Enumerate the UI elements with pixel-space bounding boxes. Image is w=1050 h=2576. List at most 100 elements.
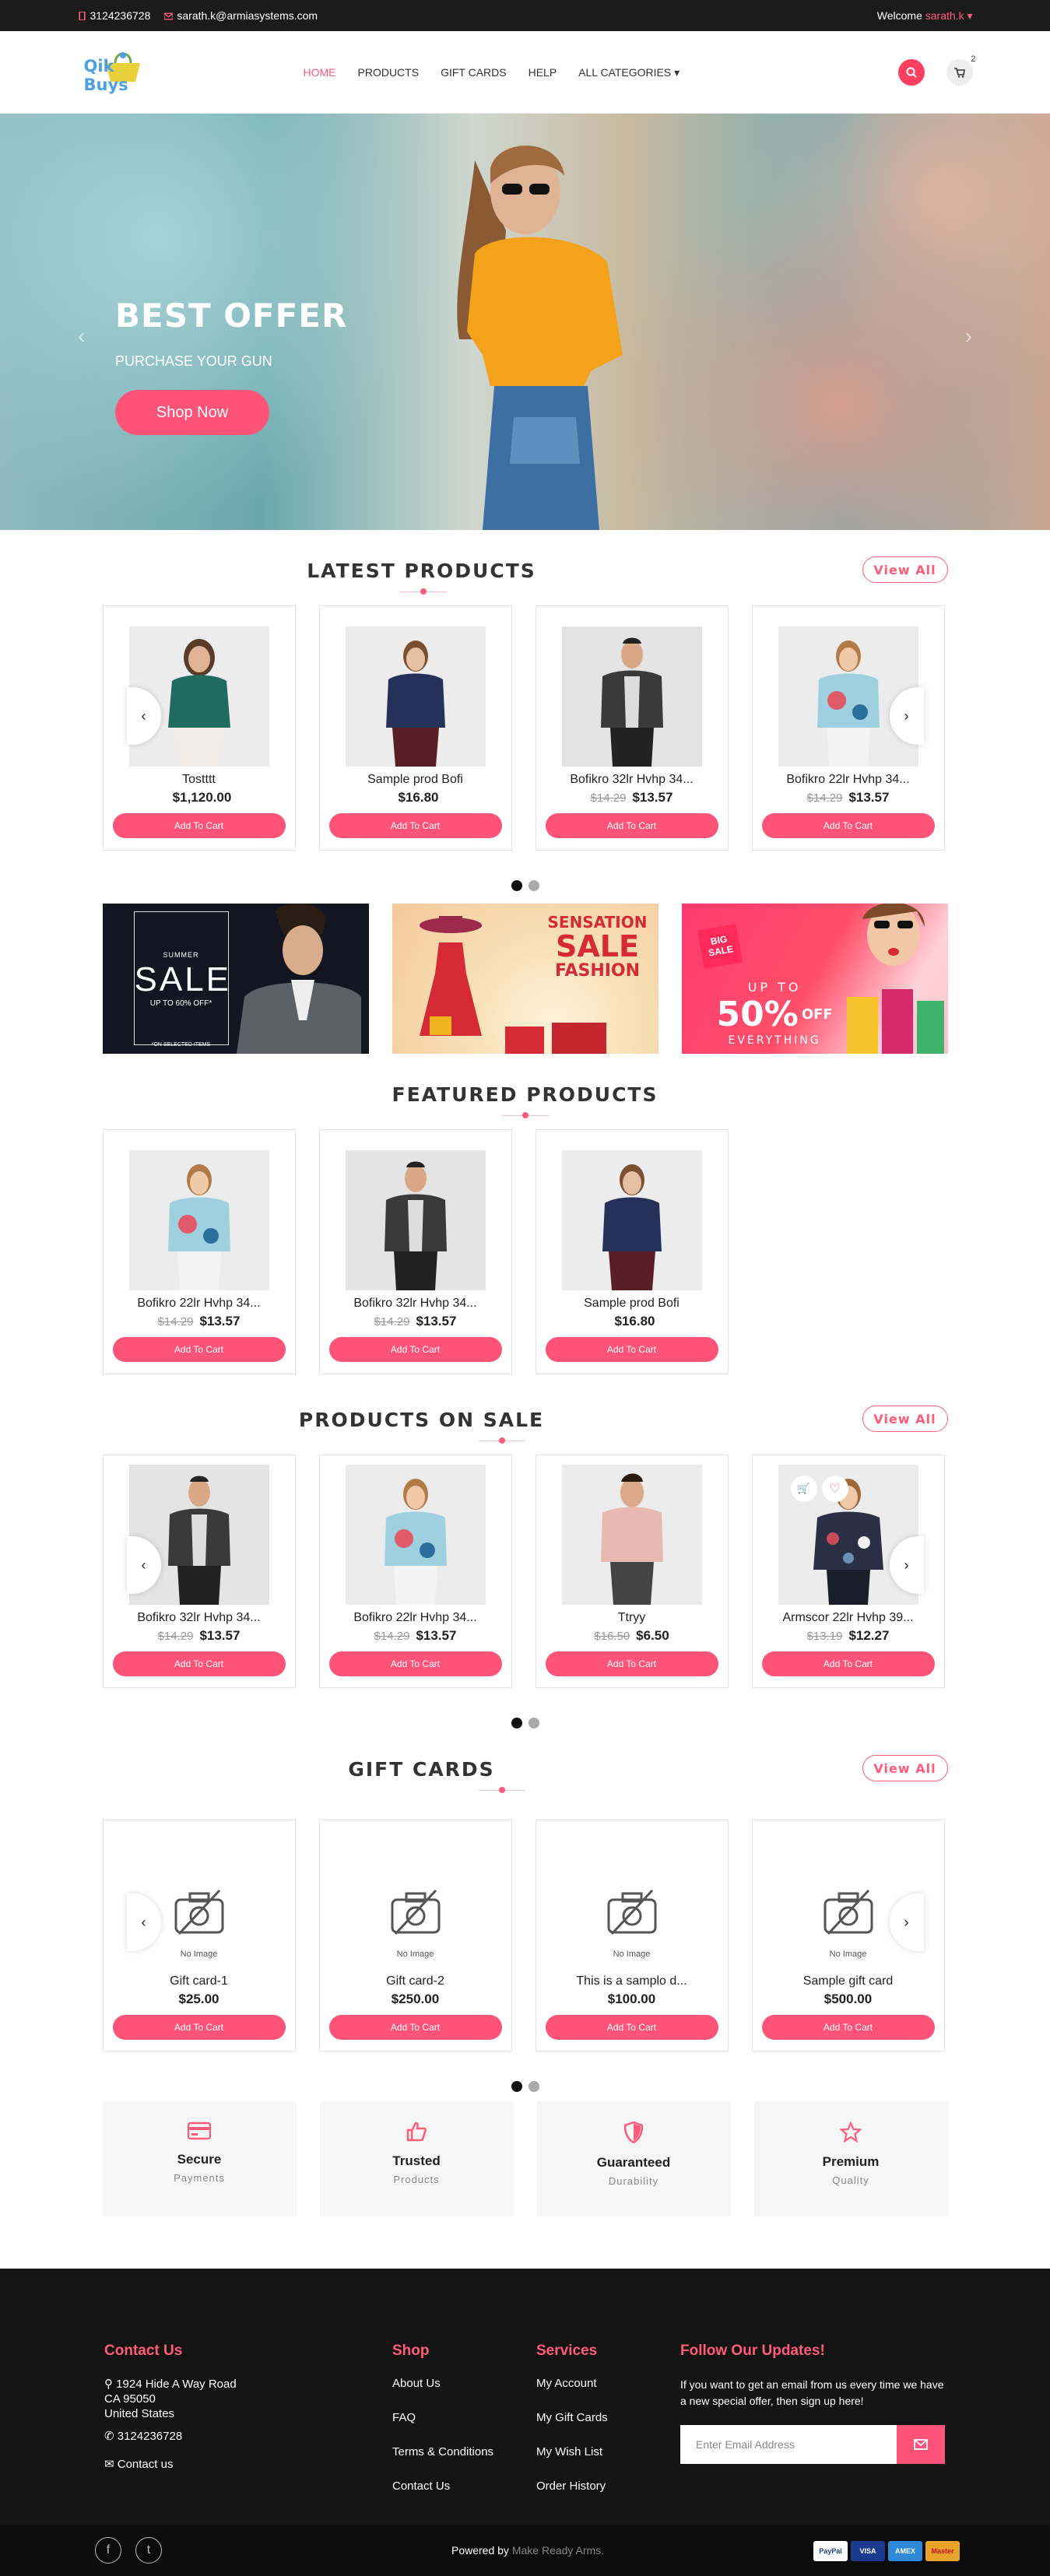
phone-icon: ✆ [104,2430,114,2443]
add-to-cart-button[interactable]: Add To Cart [328,1651,502,1676]
add-to-cart-button[interactable]: Add To Cart [545,813,718,838]
product-name[interactable]: Bofikro 32lr Hvhp 34... [328,1297,504,1311]
product-name[interactable]: Sample prod Bofi [544,1297,720,1311]
facebook-icon[interactable]: f [95,2537,121,2564]
product-name[interactable]: Bofikro 22lr Hvhp 34... [328,1611,504,1625]
footer-link-wish-list[interactable]: My Wish List [536,2445,608,2458]
add-to-cart-button[interactable]: Add To Cart [328,2015,502,2040]
nav-help[interactable]: HELP [529,66,557,79]
add-to-cart-button[interactable]: Add To Cart [761,2015,935,2040]
product-image[interactable] [561,626,702,767]
twitter-icon[interactable]: t [135,2537,162,2564]
add-to-cart-button[interactable]: Add To Cart [112,1337,286,1362]
product-card[interactable]: Sample prod Bofi $16.80 Add To Cart [318,605,512,851]
add-to-cart-button[interactable]: Add To Cart [545,1337,718,1362]
newsletter-email-input[interactable]: Enter Email Address [680,2425,897,2464]
gift-view-all-button[interactable]: View All [862,1755,948,1781]
hero-prev-arrow[interactable]: ‹ [78,324,85,349]
nav-products[interactable]: PRODUCTS [358,66,420,79]
hero-next-arrow[interactable]: › [965,324,972,349]
wishlist-button[interactable]: ♡ [821,1476,848,1502]
gift-card[interactable]: No Image Gift card-2 $250.00 Add To Cart [318,1820,512,2051]
product-card[interactable]: Sample prod Bofi $16.80 Add To Cart [535,1129,729,1374]
footer-phone-text: 3124236728 [117,2430,183,2443]
nav-all-categories[interactable]: ALL CATEGORIES ▾ [578,66,680,79]
summer-sale-banner[interactable]: SUMMER SALE UP TO 60% OFF* *ON SELECTED … [102,904,369,1054]
footer-link-contact[interactable]: Contact Us [392,2479,493,2493]
footer-phone[interactable]: ✆ 3124236728 [104,2429,237,2443]
product-card[interactable]: Ttryy $16.50 $6.50 Add To Cart [535,1455,729,1688]
gift-card-name[interactable]: Gift card-2 [328,1974,504,1988]
site-footer: Contact Us ⚲ 1924 Hide A Way Road CA 950… [0,2269,1050,2525]
gift-card[interactable]: No Image This is a samplo d... $100.00 A… [535,1820,729,2051]
product-image[interactable] [345,1150,486,1290]
pager-dot[interactable] [528,1718,539,1728]
phone-text: 3124236728 [90,9,151,22]
product-old-price: $16.50 [594,1630,630,1643]
shop-now-button[interactable]: Shop Now [115,390,269,435]
product-card[interactable]: Bofikro 32lr Hvhp 34... $14.29 $13.57 Add… [318,1129,512,1374]
product-card[interactable]: Bofikro 22lr Hvhp 34... $14.29 $13.57 Add… [318,1455,512,1688]
add-to-cart-button[interactable]: Add To Cart [328,813,502,838]
add-to-cart-button[interactable]: Add To Cart [761,1651,935,1676]
no-image-placeholder[interactable]: No Image [129,1828,269,1968]
site-logo[interactable]: Qik Buys [78,41,163,104]
pager-dot[interactable] [528,880,539,891]
product-name[interactable]: Bofikro 32lr Hvhp 34... [544,773,720,787]
nav-gift-cards[interactable]: GIFT CARDS [441,66,507,79]
welcome-user[interactable]: Welcome sarath.k ▾ [877,9,973,23]
footer-link-faq[interactable]: FAQ [392,2411,493,2424]
product-image[interactable] [561,1150,702,1290]
product-name[interactable]: Bofikro 32lr Hvhp 34... [111,1611,287,1625]
pager-dot[interactable] [511,1718,522,1728]
product-name[interactable]: Bofikro 22lr Hvhp 34... [760,773,936,787]
no-image-placeholder[interactable]: No Image [346,1828,486,1968]
no-image-placeholder[interactable]: No Image [562,1828,702,1968]
product-name[interactable]: Tostttt [111,773,287,787]
sensation-sale-banner[interactable]: SENSATION SALE FASHION [392,904,658,1054]
sale-view-all-button[interactable]: View All [862,1406,948,1432]
search-button[interactable] [897,59,925,86]
email-text: sarath.k@armiasystems.com [177,9,318,22]
quick-cart-button[interactable]: 🛒 [790,1476,817,1502]
product-card[interactable]: Bofikro 32lr Hvhp 34... $14.29 $13.57 Add… [535,605,729,851]
cart-button[interactable]: 2 [946,54,976,86]
latest-view-all-button[interactable]: View All [862,556,948,583]
hero-slider: ‹ › BEST OFFER PURCHASE YOUR GUN Shop No… [0,114,1050,530]
pager-dot[interactable] [511,2081,522,2092]
nav-home[interactable]: HOME [304,66,336,79]
footer-link-my-account[interactable]: My Account [536,2377,608,2390]
product-name[interactable]: Ttryy [544,1611,720,1625]
add-to-cart-button[interactable]: Add To Cart [112,813,286,838]
big-sale-banner[interactable]: BIG SALE UP TO 50% OFF EVERYTHING [681,904,948,1054]
gift-card-name[interactable]: Sample gift card [760,1974,936,1988]
add-to-cart-button[interactable]: Add To Cart [545,1651,718,1676]
pager-dot[interactable] [511,880,522,891]
footer-link-terms[interactable]: Terms & Conditions [392,2445,493,2458]
footer-link-order-history[interactable]: Order History [536,2479,608,2493]
add-to-cart-button[interactable]: Add To Cart [112,2015,286,2040]
gift-card-name[interactable]: This is a samplo d... [544,1974,720,1988]
product-image[interactable] [345,1465,486,1605]
footer-contact-link[interactable]: ✉ Contact us [104,2457,237,2471]
powered-by-brand[interactable]: Make Ready Arms. [512,2544,604,2557]
pager-dot[interactable] [528,2081,539,2092]
gift-card-name[interactable]: Gift card-1 [111,1974,287,1988]
phone-contact[interactable]: 3124236728 [78,9,151,22]
add-to-cart-button[interactable]: Add To Cart [328,1337,502,1362]
footer-link-gift-cards[interactable]: My Gift Cards [536,2411,608,2424]
add-to-cart-button[interactable]: Add To Cart [112,1651,286,1676]
product-name[interactable]: Armscor 22lr Hvhp 39... [760,1611,936,1625]
product-name[interactable]: Bofikro 22lr Hvhp 34... [111,1297,287,1311]
product-image[interactable] [128,1150,269,1290]
newsletter-submit-button[interactable] [897,2425,945,2464]
product-card[interactable]: Bofikro 22lr Hvhp 34... $14.29 $13.57 Add… [102,1129,296,1374]
add-to-cart-button[interactable]: Add To Cart [761,813,935,838]
email-contact[interactable]: sarath.k@armiasystems.com [164,9,318,22]
add-to-cart-button[interactable]: Add To Cart [545,2015,718,2040]
no-image-placeholder[interactable]: No Image [778,1828,918,1968]
product-name[interactable]: Sample prod Bofi [328,773,504,787]
product-image[interactable] [345,626,486,767]
footer-link-about[interactable]: About Us [392,2377,493,2390]
product-image[interactable] [561,1465,702,1605]
